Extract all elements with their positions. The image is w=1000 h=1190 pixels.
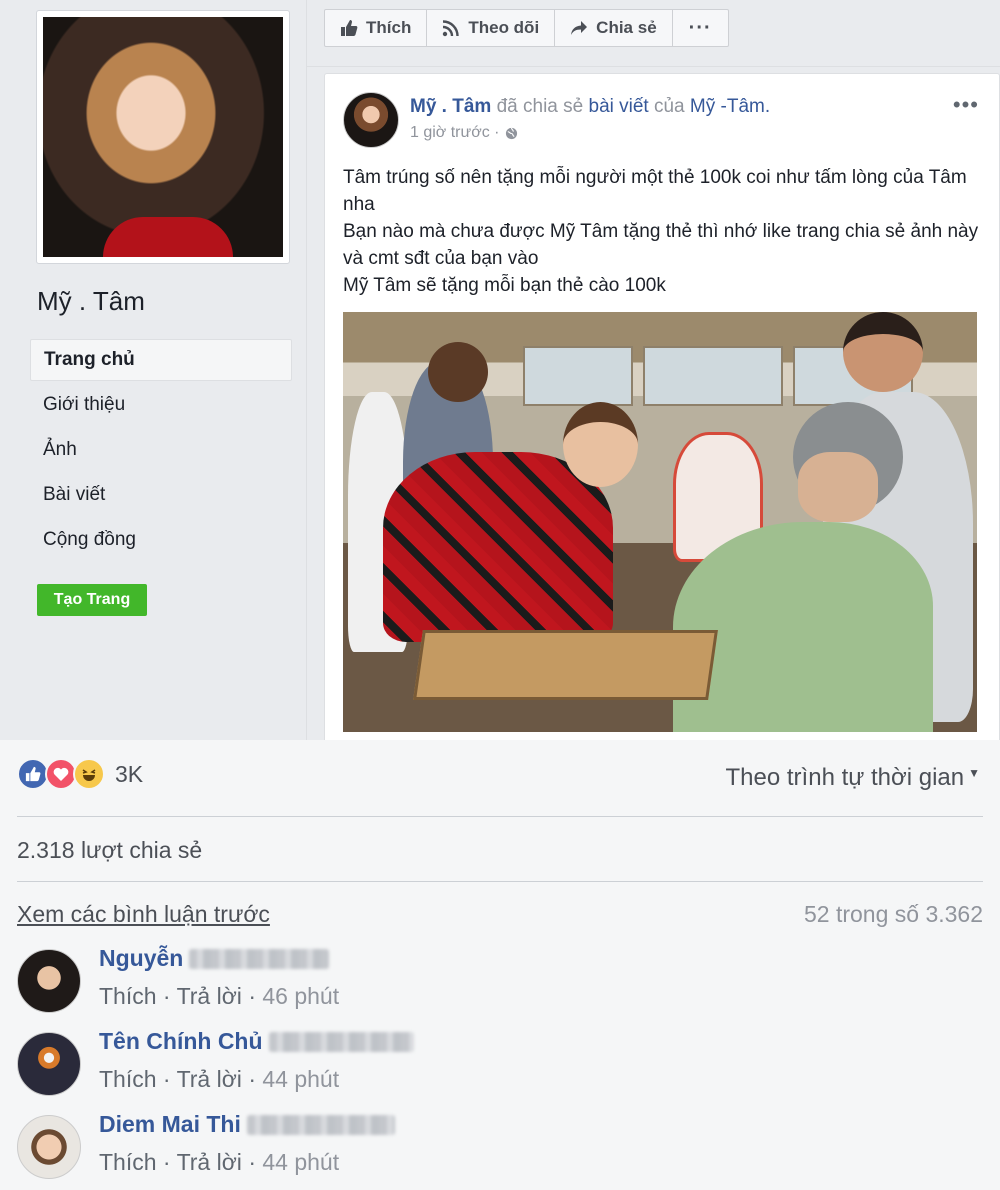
sort-label: Theo trình tự thời gian <box>725 764 965 791</box>
globe-icon <box>506 127 518 139</box>
nav-item-community[interactable]: Cộng đồng <box>30 518 292 563</box>
commenter-name[interactable]: Diem Mai Thi <box>99 1111 395 1138</box>
thumbs-up-icon <box>341 20 358 36</box>
separator: · <box>248 1066 256 1092</box>
comment-time[interactable]: 44 phút <box>262 1066 339 1092</box>
separator: · <box>162 983 171 1009</box>
post-timestamp: 1 giờ trước · <box>410 124 518 142</box>
separator: · <box>248 1149 256 1175</box>
like-page-label: Thích <box>366 18 412 37</box>
post-time-text[interactable]: 1 giờ trước · <box>410 124 499 142</box>
view-previous-comments-link[interactable]: Xem các bình luận trước <box>17 901 270 928</box>
divider <box>17 816 983 817</box>
separator: · <box>162 1149 171 1175</box>
follow-button[interactable]: Theo dõi <box>427 10 556 46</box>
commenter-avatar[interactable] <box>17 1032 81 1096</box>
comment-reply-link[interactable]: Trả lời <box>177 1149 242 1175</box>
comment-sort-dropdown[interactable]: Theo trình tự thời gian ▼ <box>726 764 980 792</box>
more-dots-icon: ··· <box>688 16 712 39</box>
rss-icon <box>443 20 460 37</box>
post-author-link[interactable]: Mỹ . Tâm <box>410 96 491 117</box>
nav-item-posts[interactable]: Bài viết <box>30 473 292 518</box>
post-author-avatar[interactable] <box>343 92 399 148</box>
comment-meta: Thích · Trả lời · 46 phút <box>99 983 339 1010</box>
separator: · <box>162 1066 171 1092</box>
reaction-count: 3K <box>115 760 144 787</box>
comment-time[interactable]: 46 phút <box>262 983 339 1009</box>
caret-down-icon: ▼ <box>968 766 980 780</box>
comment-count: 52 trong số 3.362 <box>803 901 983 927</box>
comment-meta: Thích · Trả lời · 44 phút <box>99 1066 339 1093</box>
main-column: Thích Theo dõi Chia sẻ ··· Mỹ . Tâm đã c… <box>307 0 1000 740</box>
comment-time[interactable]: 44 phút <box>262 1149 339 1175</box>
commenter-name-text: Diem Mai Thi <box>99 1111 241 1137</box>
nav-item-about[interactable]: Giới thiệu <box>30 383 292 428</box>
nav-item-home[interactable]: Trang chủ <box>30 339 292 381</box>
follow-label: Theo dõi <box>468 18 540 37</box>
shared-text: đã chia sẻ <box>496 96 584 117</box>
page-nav: Trang chủ Giới thiệu Ảnh Bài viết Cộng đ… <box>30 339 292 563</box>
comment-reply-link[interactable]: Trả lời <box>177 1066 242 1092</box>
share-page-button[interactable]: Chia sẻ <box>555 10 673 46</box>
reactions-summary[interactable]: 3K <box>17 758 143 790</box>
page-name[interactable]: Mỹ . Tâm <box>37 286 145 317</box>
comment-like-link[interactable]: Thích <box>99 1066 157 1092</box>
share-page-label: Chia sẻ <box>596 18 657 37</box>
more-actions-button[interactable]: ··· <box>673 10 728 46</box>
create-page-button[interactable]: Tạo Trang <box>37 584 147 616</box>
profile-photo-image <box>43 17 283 257</box>
post-text-line: Tâm trúng số nên tặng mỗi người một thẻ … <box>343 167 967 215</box>
commenter-avatar[interactable] <box>17 949 81 1013</box>
comment-item: Diem Mai Thi Thích · Trả lời · 44 phút <box>17 1111 983 1181</box>
original-author-link[interactable]: Mỹ -Tâm. <box>690 96 770 117</box>
blurred-comment-text <box>189 948 330 969</box>
comment-like-link[interactable]: Thích <box>99 1149 157 1175</box>
post-menu-icon[interactable]: ••• <box>953 92 979 118</box>
post-photo[interactable] <box>343 312 977 732</box>
shared-post-link[interactable]: bài viết <box>589 96 649 117</box>
post-card: Mỹ . Tâm đã chia sẻ bài viết của Mỹ -Tâm… <box>324 73 1000 740</box>
share-arrow-icon <box>571 21 588 35</box>
comment-item: Nguyễn Thích · Trả lời · 46 phút <box>17 945 983 1015</box>
haha-reaction-icon <box>73 758 105 790</box>
commenter-name[interactable]: Tên Chính Chủ <box>99 1028 414 1055</box>
separator: · <box>248 983 256 1009</box>
divider <box>307 66 1000 67</box>
profile-picture[interactable] <box>36 10 290 264</box>
blurred-comment-text <box>246 1114 395 1135</box>
divider <box>17 881 983 882</box>
post-text-line: Mỹ Tâm sẽ tặng mỗi bạn thẻ cào 100k <box>343 275 666 296</box>
share-count[interactable]: 2.318 lượt chia sẻ <box>17 837 202 864</box>
comment-like-link[interactable]: Thích <box>99 983 157 1009</box>
post-footer: 3K Theo trình tự thời gian ▼ 2.318 lượt … <box>0 740 1000 1190</box>
comment-reply-link[interactable]: Trả lời <box>177 983 242 1009</box>
of-text: của <box>653 96 685 117</box>
commenter-name-text: Nguyễn <box>99 945 184 971</box>
page-sidebar: Mỹ . Tâm Trang chủ Giới thiệu Ảnh Bài vi… <box>0 0 307 740</box>
nav-item-photos[interactable]: Ảnh <box>30 428 292 473</box>
like-page-button[interactable]: Thích <box>325 10 428 46</box>
blurred-comment-text <box>268 1031 414 1052</box>
commenter-name[interactable]: Nguyễn <box>99 945 330 972</box>
post-header: Mỹ . Tâm đã chia sẻ bài viết của Mỹ -Tâm… <box>410 96 770 118</box>
comment-item: Tên Chính Chủ Thích · Trả lời · 44 phút <box>17 1028 983 1098</box>
post-text-line: Bạn nào mà chưa được Mỹ Tâm tặng thẻ thì… <box>343 221 979 269</box>
commenter-avatar[interactable] <box>17 1115 81 1179</box>
comment-meta: Thích · Trả lời · 44 phút <box>99 1149 339 1176</box>
commenter-name-text: Tên Chính Chủ <box>99 1028 263 1054</box>
page-actions-bar: Thích Theo dõi Chia sẻ ··· <box>324 9 729 47</box>
post-body: Tâm trúng số nên tặng mỗi người một thẻ … <box>343 164 983 299</box>
